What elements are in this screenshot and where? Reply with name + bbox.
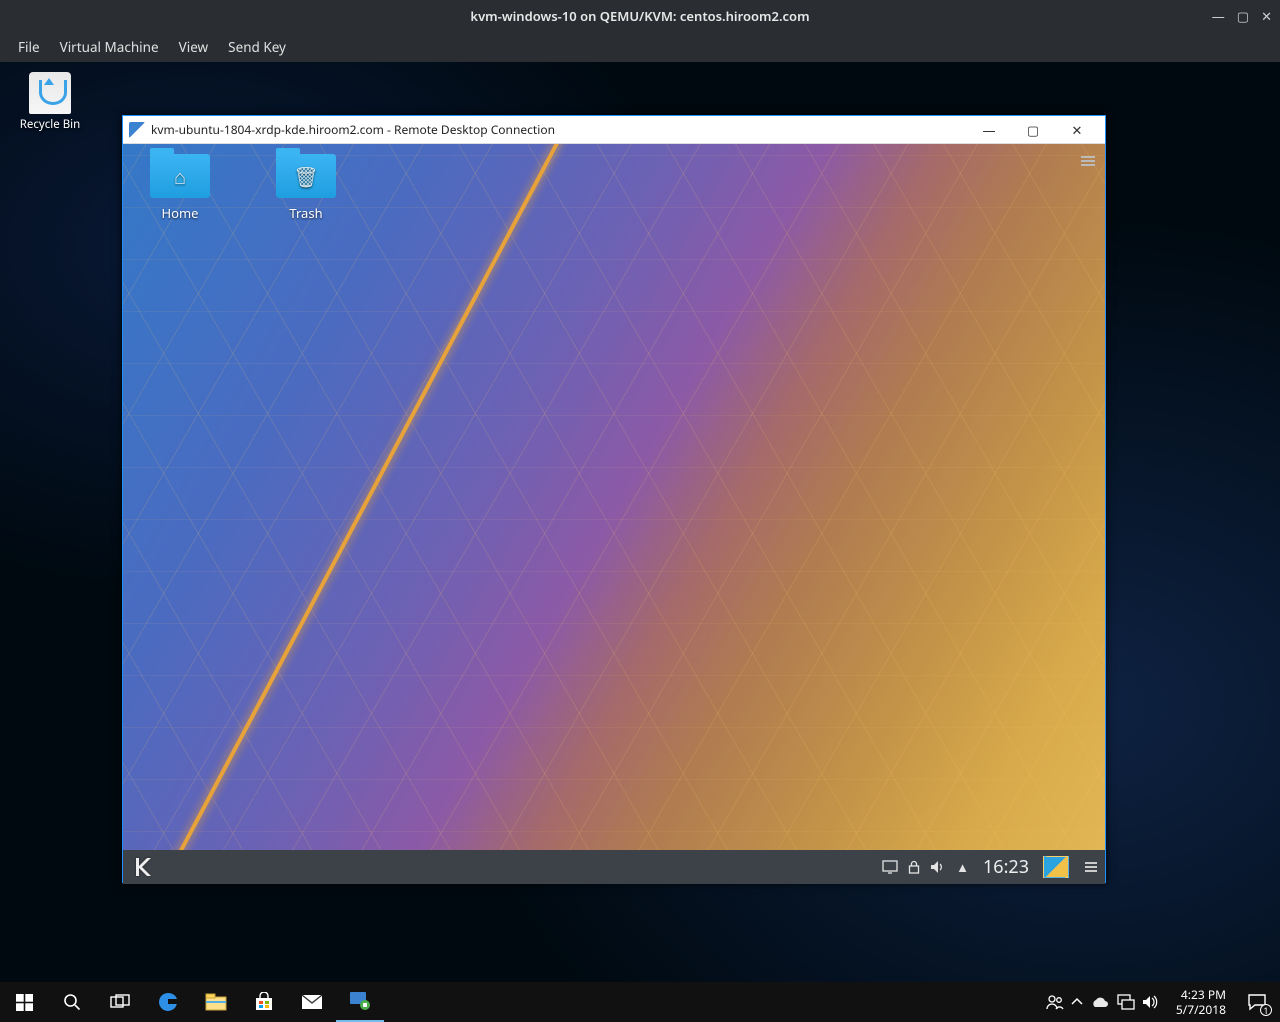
kde-lock-icon[interactable] — [908, 860, 920, 874]
virt-manager-title: kvm-windows-10 on QEMU/KVM: centos.hiroo… — [0, 7, 1280, 25]
kde-panel: ▲ 16:23 — [123, 850, 1105, 884]
rdp-maximize-button[interactable]: ▢ — [1011, 116, 1055, 144]
kde-volume-icon[interactable] — [930, 860, 946, 874]
kde-desktop-home[interactable]: ⌂ Home — [137, 154, 223, 222]
kde-trash-label: Trash — [289, 204, 322, 222]
virt-manager-titlebar: kvm-windows-10 on QEMU/KVM: centos.hiroo… — [0, 0, 1280, 32]
taskbar-date: 5/7/2018 — [1176, 1002, 1226, 1017]
recycle-bin-icon — [29, 72, 71, 114]
rdp-title: kvm-ubuntu-1804-xrdp-kde.hiroom2.com - R… — [151, 121, 967, 138]
rdp-close-button[interactable]: ✕ — [1055, 116, 1099, 144]
notification-badge: 1 — [1260, 1004, 1272, 1016]
kde-tray-expand-icon[interactable]: ▲ — [956, 858, 969, 876]
vm-maximize-button[interactable]: ▢ — [1237, 7, 1249, 25]
virt-manager-menubar: File Virtual Machine View Send Key — [0, 32, 1280, 62]
taskbar-clock[interactable]: 4:23 PM 5/7/2018 — [1168, 987, 1234, 1017]
taskbar-file-explorer[interactable] — [192, 982, 240, 1022]
systray-onedrive-icon[interactable] — [1090, 995, 1110, 1009]
rdp-icon — [129, 122, 145, 138]
recycle-bin[interactable]: Recycle Bin — [18, 72, 82, 132]
start-button[interactable] — [0, 982, 48, 1022]
windows-taskbar: 4:23 PM 5/7/2018 1 — [0, 982, 1280, 1022]
vm-close-button[interactable]: ✕ — [1261, 7, 1272, 25]
taskbar-time: 4:23 PM — [1176, 987, 1226, 1002]
task-view-button[interactable] — [96, 982, 144, 1022]
windows-desktop[interactable]: Recycle Bin kvm-ubuntu-1804-xrdp-kde.hir… — [0, 62, 1280, 982]
trash-folder-icon: 🗑 — [276, 154, 336, 198]
kde-display-icon[interactable] — [882, 860, 898, 874]
taskbar-mail[interactable] — [288, 982, 336, 1022]
kde-clock[interactable]: 16:23 — [979, 855, 1033, 879]
action-center-button[interactable]: 1 — [1234, 982, 1280, 1022]
kde-desktop[interactable]: ⌂ Home 🗑 Trash — [123, 144, 1105, 884]
vm-minimize-button[interactable]: — — [1212, 7, 1225, 25]
systray-network-icon[interactable] — [1117, 994, 1135, 1010]
menu-virtual-machine[interactable]: Virtual Machine — [50, 34, 169, 60]
systray-expand-icon[interactable] — [1071, 997, 1083, 1007]
rdp-minimize-button[interactable]: — — [967, 116, 1011, 144]
search-button[interactable] — [48, 982, 96, 1022]
rdp-window[interactable]: kvm-ubuntu-1804-xrdp-kde.hiroom2.com - R… — [122, 115, 1106, 883]
kde-desktop-trash[interactable]: 🗑 Trash — [263, 154, 349, 222]
systray-people-icon[interactable] — [1046, 994, 1064, 1010]
menu-file[interactable]: File — [8, 34, 50, 60]
menu-view[interactable]: View — [169, 34, 219, 60]
taskbar-edge[interactable] — [144, 982, 192, 1022]
home-folder-icon: ⌂ — [150, 154, 210, 198]
kde-home-label: Home — [162, 204, 199, 222]
kde-desktop-menu-icon[interactable] — [1081, 154, 1095, 168]
kde-application-launcher[interactable] — [129, 853, 161, 881]
menu-send-key[interactable]: Send Key — [218, 34, 296, 60]
kde-show-desktop[interactable] — [1043, 856, 1069, 878]
kde-panel-menu-icon[interactable] — [1085, 860, 1097, 874]
taskbar-rdp[interactable] — [336, 982, 384, 1022]
rdp-titlebar[interactable]: kvm-ubuntu-1804-xrdp-kde.hiroom2.com - R… — [123, 116, 1105, 144]
recycle-bin-label: Recycle Bin — [20, 117, 81, 132]
systray-volume-icon[interactable] — [1142, 994, 1160, 1010]
taskbar-store[interactable] — [240, 982, 288, 1022]
